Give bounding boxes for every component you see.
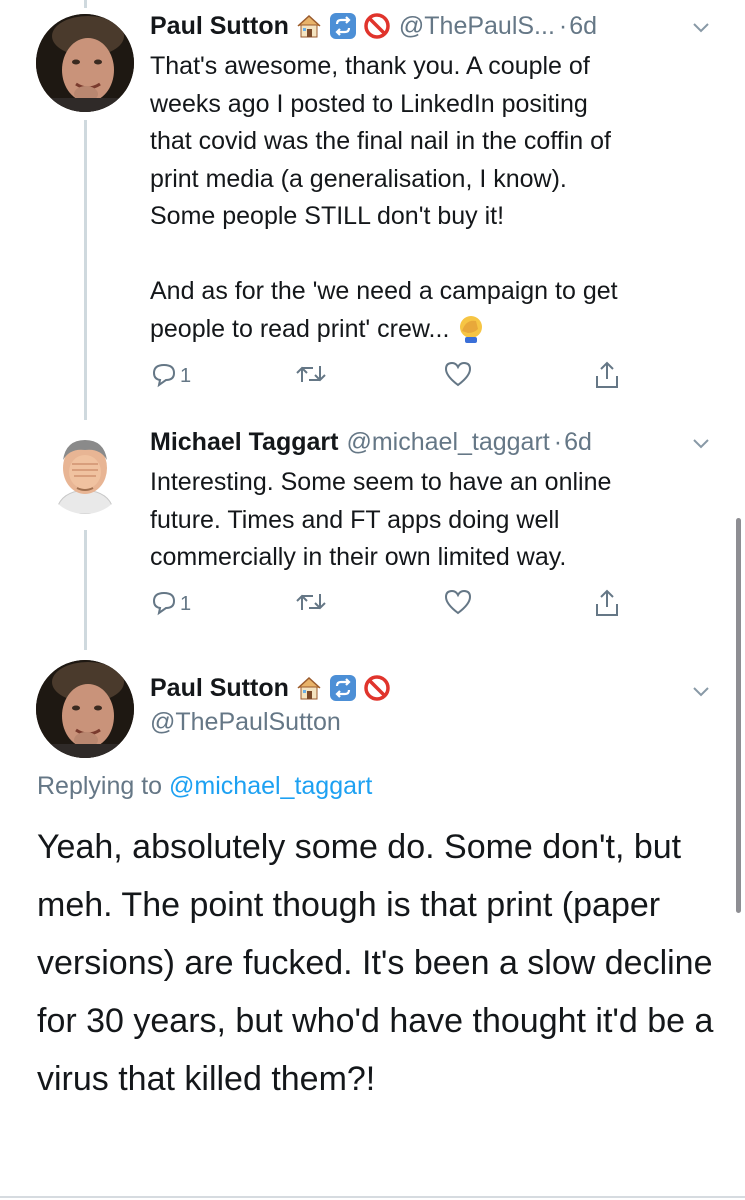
tweet-text-content: That's awesome, thank you. A couple of w… xyxy=(150,52,618,343)
author-name[interactable]: Paul Sutton xyxy=(150,12,289,41)
reply-icon xyxy=(150,588,178,621)
tweet-actions: 1 xyxy=(150,360,630,396)
chevron-down-icon[interactable] xyxy=(690,16,712,38)
avatar[interactable] xyxy=(36,14,134,112)
retweet-icon xyxy=(295,360,327,393)
mention-link[interactable]: @michael_taggart xyxy=(169,772,372,800)
author-name[interactable]: Michael Taggart xyxy=(150,428,338,457)
facepalm-emoji-icon xyxy=(456,313,486,355)
tweet-michael-taggart[interactable]: Michael Taggart @michael_taggart · 6d In… xyxy=(0,424,745,624)
tweet-header: Michael Taggart @michael_taggart · 6d xyxy=(150,424,592,460)
house-icon xyxy=(295,12,323,40)
tweet-text: Interesting. Some seem to have an online… xyxy=(150,468,612,571)
tweet-paul-sutton-1[interactable]: Paul Sutton @ThePaulS... · 6d That's awe… xyxy=(0,8,745,408)
share-button[interactable] xyxy=(593,588,621,623)
like-button[interactable] xyxy=(443,360,473,393)
tweet-header: Paul Sutton xyxy=(150,670,391,706)
share-button[interactable] xyxy=(593,360,621,395)
reply-button[interactable]: 1 xyxy=(150,588,191,621)
tweet-text: That's awesome, thank you. A couple of w… xyxy=(150,48,720,354)
retweet-badge-icon xyxy=(329,12,357,40)
retweet-icon xyxy=(295,588,327,621)
timestamp[interactable]: 6d xyxy=(564,428,592,457)
separator-dot: · xyxy=(558,11,568,40)
main-tweet-text: Yeah, absolutely some do. Some don't, bu… xyxy=(37,828,714,1098)
reply-count: 1 xyxy=(180,593,192,615)
like-icon xyxy=(443,588,473,621)
house-icon xyxy=(295,674,323,702)
no-entry-icon xyxy=(363,674,391,702)
retweet-badge-icon xyxy=(329,674,357,702)
like-icon xyxy=(443,360,473,393)
author-handle[interactable]: @michael_taggart xyxy=(346,428,549,457)
author-name[interactable]: Paul Sutton xyxy=(150,674,289,703)
thread-line-top xyxy=(84,0,87,8)
replying-to: Replying to @michael_taggart xyxy=(37,772,372,801)
author-handle[interactable]: @ThePaulSutton xyxy=(150,708,341,737)
like-button[interactable] xyxy=(443,588,473,621)
retweet-button[interactable] xyxy=(295,588,327,621)
tweet-actions: 1 xyxy=(150,588,630,624)
tweet-header: Paul Sutton @ThePaulS... · 6d xyxy=(150,8,597,44)
replying-to-label: Replying to xyxy=(37,772,170,800)
separator-dot: · xyxy=(553,427,563,456)
share-icon xyxy=(593,360,621,395)
divider xyxy=(0,1196,745,1198)
chevron-down-icon[interactable] xyxy=(690,432,712,454)
avatar[interactable] xyxy=(36,660,134,758)
reply-icon xyxy=(150,360,178,393)
chevron-down-icon[interactable] xyxy=(690,680,712,702)
author-handle[interactable]: @ThePaulS... xyxy=(399,12,555,41)
reply-button[interactable]: 1 xyxy=(150,360,191,393)
timestamp[interactable]: 6d xyxy=(569,12,597,41)
share-icon xyxy=(593,588,621,623)
avatar[interactable] xyxy=(44,432,126,514)
no-entry-icon xyxy=(363,12,391,40)
reply-count: 1 xyxy=(180,365,192,387)
scrollbar[interactable] xyxy=(736,518,741,913)
retweet-button[interactable] xyxy=(295,360,327,393)
